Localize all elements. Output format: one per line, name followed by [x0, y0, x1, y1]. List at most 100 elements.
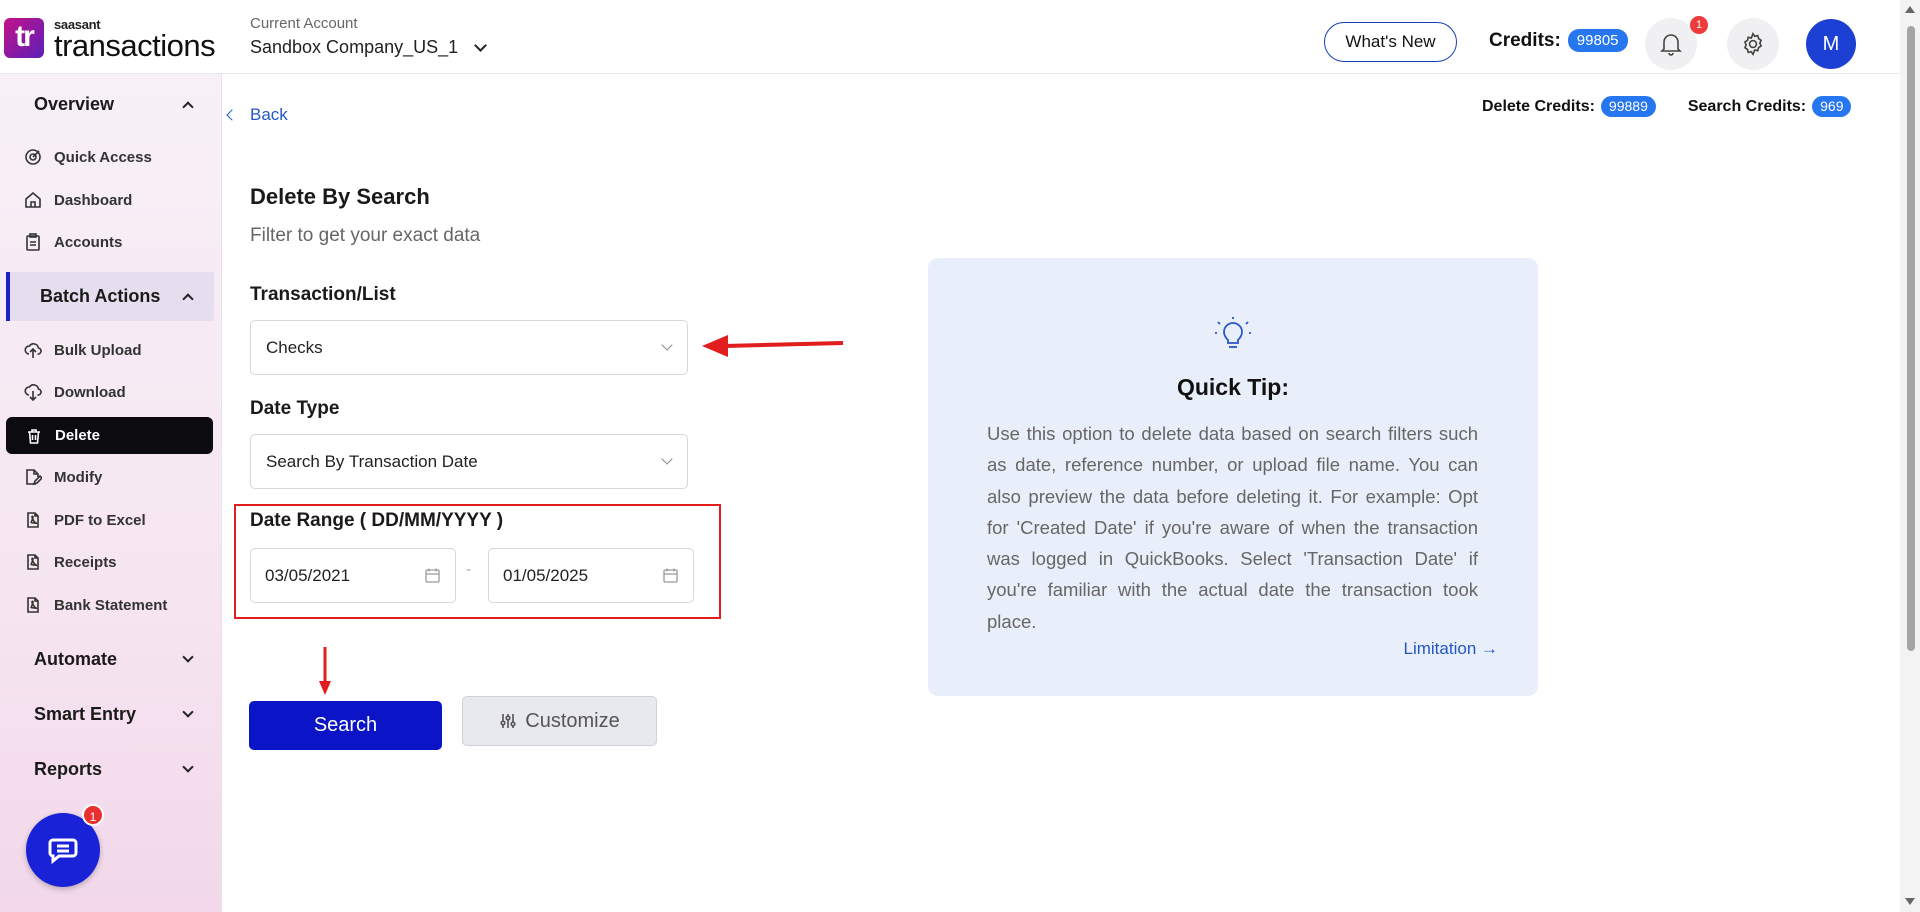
- search-credits-badge: 969: [1812, 96, 1852, 117]
- sidebar-item-label: PDF to Excel: [54, 511, 146, 529]
- transaction-list-value: Checks: [266, 337, 323, 357]
- logo-mark: tr: [4, 18, 44, 58]
- quick-tip-title: Quick Tip:: [1176, 374, 1290, 400]
- limitation-link[interactable]: Limitation →: [1404, 639, 1498, 659]
- chevron-down-icon: [661, 453, 673, 465]
- lightbulb-icon: [1215, 317, 1251, 348]
- edit-file-icon: [26, 469, 42, 486]
- chevron-down-icon: [661, 339, 673, 351]
- sidebar-item-delete[interactable]: Delete: [6, 417, 213, 454]
- sidebar-item-label: Accounts: [54, 233, 123, 251]
- cloud-download-icon: [24, 384, 42, 401]
- credits-summary: Delete Credits: 99889 Search Credits: 96…: [1482, 96, 1852, 117]
- back-link[interactable]: Back: [226, 105, 288, 125]
- sidebar-item-label: Quick Access: [54, 148, 152, 166]
- app-logo[interactable]: tr saasant transactions: [4, 18, 216, 63]
- sidebar-item-label: Bank Statement: [54, 596, 168, 614]
- date-from-input[interactable]: 03/05/2021: [250, 548, 456, 603]
- credits-label: Credits:: [1489, 29, 1561, 51]
- sidebar-group-label: Overview: [34, 94, 115, 114]
- date-type-value: Search By Transaction Date: [266, 451, 478, 471]
- clipboard-icon: [26, 233, 40, 251]
- sidebar-group-label: Batch Actions: [40, 286, 161, 306]
- sidebar-item-modify[interactable]: Modify: [24, 468, 102, 486]
- chevron-up-icon: [182, 101, 194, 113]
- sidebar-group-reports[interactable]: Reports: [34, 759, 194, 780]
- calendar-icon[interactable]: [662, 567, 679, 584]
- logo-big-text: transactions: [54, 28, 216, 63]
- credits-badge: 99805: [1567, 29, 1628, 52]
- bell-icon: [1660, 34, 1682, 56]
- sidebar-item-dashboard[interactable]: Dashboard: [24, 191, 132, 209]
- scroll-down-arrow-icon[interactable]: [1905, 898, 1915, 905]
- sidebar-item-bulk-upload[interactable]: Bulk Upload: [24, 341, 142, 359]
- sidebar-group-smart-entry[interactable]: Smart Entry: [34, 704, 194, 725]
- account-label: Current Account: [250, 15, 358, 32]
- account-name: Sandbox Company_US_1: [250, 37, 459, 57]
- sidebar-item-label: Bulk Upload: [54, 341, 142, 359]
- delete-credits-label: Delete Credits:: [1482, 97, 1595, 115]
- date-range-label: Date Range ( DD/MM/YYYY ): [250, 510, 504, 531]
- settings-button[interactable]: [1727, 18, 1779, 70]
- date-range-separator: -: [466, 561, 472, 578]
- date-type-label: Date Type: [250, 398, 340, 419]
- account-switcher[interactable]: Current Account Sandbox Company_US_1: [250, 15, 488, 58]
- sidebar-group-batch-actions[interactable]: Batch Actions: [6, 272, 214, 321]
- home-icon: [25, 191, 41, 208]
- receipt-icon: [27, 554, 39, 570]
- annotation-arrow-left: [702, 335, 844, 357]
- notification-count-badge: 1: [1690, 16, 1708, 34]
- date-to-input[interactable]: 01/05/2025: [488, 548, 694, 603]
- sidebar-group-overview[interactable]: Overview: [34, 94, 194, 115]
- search-button[interactable]: Search: [249, 701, 442, 750]
- top-header: tr saasant transactions Current Account …: [0, 0, 1900, 74]
- whats-new-button[interactable]: What's New: [1324, 22, 1457, 62]
- quick-tip-card: Quick Tip: Use this option to delete dat…: [928, 258, 1538, 696]
- customize-label: Customize: [525, 709, 620, 732]
- date-from-value: 03/05/2021: [265, 565, 351, 585]
- date-type-select[interactable]: Search By Transaction Date: [250, 434, 688, 489]
- cloud-upload-icon: [24, 343, 42, 358]
- scroll-up-arrow-icon[interactable]: [1905, 6, 1915, 13]
- sidebar-item-label: Dashboard: [54, 191, 133, 209]
- sidebar: Overview Quick Access Dashboard Accounts…: [0, 74, 222, 912]
- chevron-down-icon[interactable]: [474, 38, 488, 52]
- page-scrollbar[interactable]: [1900, 0, 1920, 912]
- annotation-arrow-down: [319, 647, 331, 695]
- sliders-icon: [500, 714, 516, 728]
- chevron-up-icon: [182, 293, 194, 305]
- sidebar-group-label: Smart Entry: [34, 704, 137, 724]
- sidebar-group-automate[interactable]: Automate: [34, 649, 194, 670]
- chevron-left-icon: [226, 109, 238, 121]
- sidebar-item-accounts[interactable]: Accounts: [24, 233, 122, 251]
- chevron-down-icon: [182, 706, 194, 718]
- chat-icon: [48, 838, 78, 864]
- page-subtitle: Filter to get your exact data: [250, 225, 481, 246]
- transaction-list-select[interactable]: Checks: [250, 320, 688, 375]
- sidebar-item-label: Modify: [54, 468, 103, 486]
- scroll-thumb[interactable]: [1907, 26, 1915, 651]
- chevron-down-icon: [182, 761, 194, 773]
- quick-tip-body: Use this option to delete data based on …: [987, 423, 1478, 632]
- sidebar-item-label: Delete: [55, 427, 101, 444]
- date-to-value: 01/05/2025: [503, 565, 589, 585]
- bank-statement-icon: [27, 597, 39, 613]
- search-credits-label: Search Credits:: [1687, 97, 1807, 115]
- sidebar-item-label: Receipts: [54, 553, 117, 571]
- pdf-file-icon: [27, 512, 39, 528]
- sidebar-item-download[interactable]: Download: [24, 383, 126, 401]
- trash-icon: [28, 428, 40, 444]
- sidebar-item-receipts[interactable]: Receipts: [24, 553, 117, 571]
- chat-count-badge: 1: [82, 804, 104, 826]
- back-label: Back: [250, 105, 288, 124]
- target-icon: [25, 149, 41, 165]
- user-avatar[interactable]: M: [1806, 19, 1856, 69]
- delete-credits-badge: 99889: [1600, 96, 1656, 117]
- sidebar-item-pdf-to-excel[interactable]: PDF to Excel: [24, 511, 146, 529]
- sidebar-item-bank-statement[interactable]: Bank Statement: [24, 596, 167, 614]
- sidebar-item-quick-access[interactable]: Quick Access: [24, 148, 152, 166]
- credits-display: Credits: 99805: [1489, 29, 1628, 52]
- sidebar-group-label: Automate: [34, 649, 118, 669]
- customize-button[interactable]: Customize: [462, 696, 657, 746]
- calendar-icon[interactable]: [424, 567, 441, 584]
